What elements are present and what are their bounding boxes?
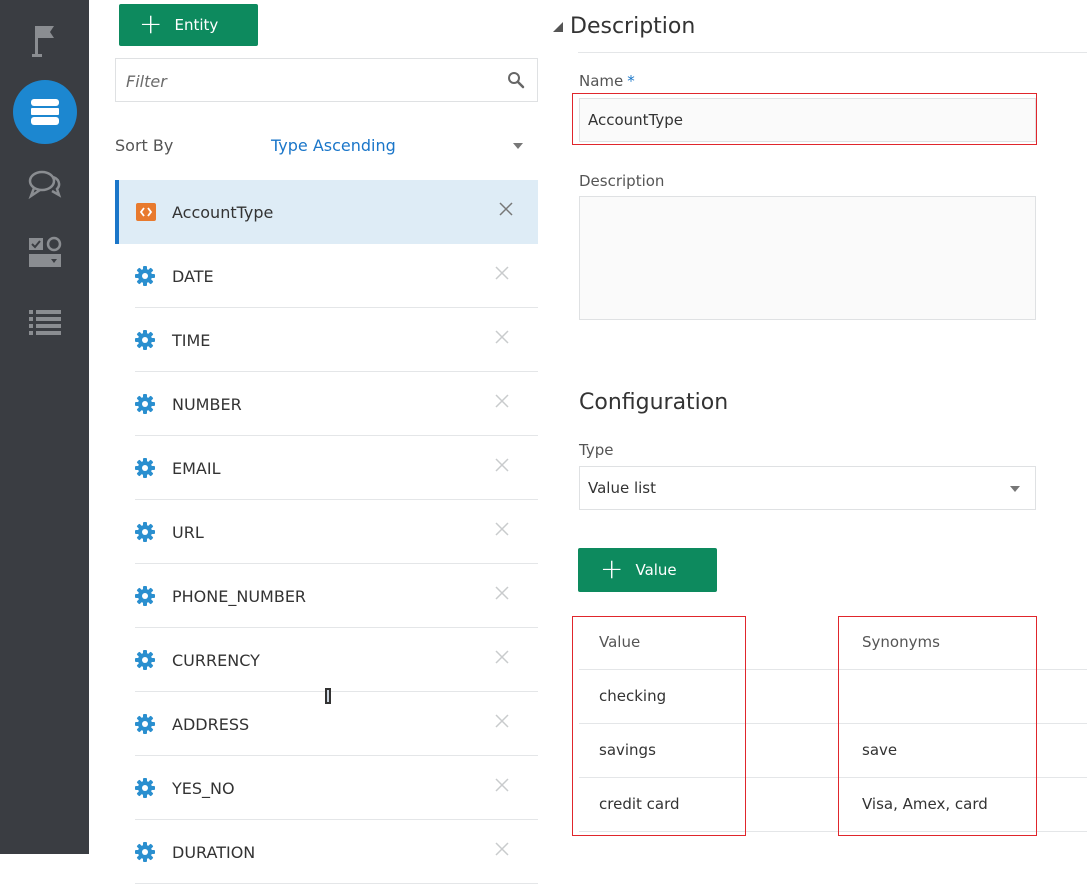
gear-icon xyxy=(135,394,155,414)
entity-item[interactable]: DATE xyxy=(115,244,538,308)
sort-by-label: Sort By xyxy=(115,136,174,155)
entity-item[interactable]: AccountType xyxy=(115,180,538,244)
value-cell: checking xyxy=(599,687,667,705)
entity-item[interactable]: NUMBER xyxy=(115,372,538,436)
close-icon[interactable] xyxy=(495,458,509,472)
divider xyxy=(578,52,1087,53)
table-row[interactable]: credit card Visa, Amex, card xyxy=(579,778,1087,832)
gear-icon xyxy=(135,330,155,350)
name-label-text: Name xyxy=(579,72,624,90)
add-entity-button[interactable]: + Entity xyxy=(119,4,258,46)
entity-item-label: NUMBER xyxy=(172,394,242,414)
flag-icon xyxy=(31,26,54,57)
description-section-header[interactable]: Description xyxy=(552,14,695,39)
collapse-triangle-icon[interactable] xyxy=(552,21,564,33)
entity-item-label: EMAIL xyxy=(172,458,221,478)
type-label: Type xyxy=(579,441,614,459)
entity-item-label: DATE xyxy=(172,266,214,286)
description-label: Description xyxy=(579,172,665,190)
search-icon[interactable] xyxy=(507,71,525,89)
close-icon[interactable] xyxy=(495,778,509,792)
plus-icon: + xyxy=(600,551,624,585)
entity-item-label: URL xyxy=(172,522,204,542)
gear-icon xyxy=(135,650,155,670)
type-select-value: Value list xyxy=(588,479,656,497)
entity-item[interactable]: YES_NO xyxy=(115,756,538,820)
synonyms-cell: save xyxy=(862,741,898,759)
entity-item[interactable]: CURRENCY xyxy=(115,628,538,692)
configuration-section-title: Configuration xyxy=(579,390,729,415)
value-cell: savings xyxy=(599,741,656,759)
close-icon[interactable] xyxy=(495,586,509,600)
add-value-button[interactable]: + Value xyxy=(578,548,717,592)
rail-item-entities[interactable] xyxy=(0,80,89,144)
plus-icon: + xyxy=(139,6,163,40)
entity-item-label: YES_NO xyxy=(172,778,235,798)
description-section-title: Description xyxy=(570,14,696,39)
close-icon[interactable] xyxy=(495,330,509,344)
database-icon xyxy=(30,99,59,125)
components-icon xyxy=(28,236,61,267)
close-icon[interactable] xyxy=(495,394,509,408)
synonyms-cell: Visa, Amex, card xyxy=(862,795,988,813)
entity-item-label: ADDRESS xyxy=(172,714,250,734)
values-table: Value Synonyms checking savings save cre… xyxy=(579,616,1087,832)
text-cursor-icon xyxy=(325,688,331,704)
required-mark: * xyxy=(627,72,635,90)
value-cell: credit card xyxy=(599,795,680,813)
entity-item-label: CURRENCY xyxy=(172,650,260,670)
gear-icon xyxy=(135,586,155,606)
entity-item-label: PHONE_NUMBER xyxy=(172,586,307,606)
close-icon[interactable] xyxy=(495,714,509,728)
chevron-down-icon[interactable] xyxy=(512,142,524,150)
sort-by-select[interactable]: Type Ascending xyxy=(271,136,396,155)
navigation-rail xyxy=(0,0,89,854)
column-header-value: Value xyxy=(599,633,641,651)
entity-item[interactable]: TIME xyxy=(115,308,538,372)
rail-item-conversations[interactable] xyxy=(0,162,89,206)
table-row[interactable]: checking xyxy=(579,670,1087,724)
gear-icon xyxy=(135,458,155,478)
gear-icon xyxy=(135,266,155,286)
chat-bubbles-icon xyxy=(28,170,61,199)
description-textarea[interactable] xyxy=(579,196,1036,320)
entity-item-label: AccountType xyxy=(172,202,274,222)
column-header-synonyms: Synonyms xyxy=(862,633,940,651)
gear-icon xyxy=(135,842,155,862)
name-label: Name * xyxy=(579,72,635,90)
entity-item[interactable]: EMAIL xyxy=(115,436,538,500)
type-select[interactable]: Value list xyxy=(579,466,1036,510)
add-entity-label: Entity xyxy=(174,16,219,34)
entity-item-label: DURATION xyxy=(172,842,256,862)
list-icon xyxy=(28,310,61,335)
close-icon[interactable] xyxy=(495,266,509,280)
close-icon[interactable] xyxy=(495,650,509,664)
close-icon[interactable] xyxy=(499,202,513,216)
add-value-label: Value xyxy=(635,561,677,579)
gear-icon xyxy=(135,714,155,734)
rail-item-list[interactable] xyxy=(0,300,89,344)
rail-active-indicator xyxy=(12,80,77,144)
filter-input[interactable] xyxy=(124,59,498,103)
close-icon[interactable] xyxy=(495,522,509,536)
chevron-down-icon xyxy=(1010,486,1020,492)
table-row[interactable]: savings save xyxy=(579,724,1087,778)
name-input[interactable] xyxy=(579,98,1036,142)
entity-item[interactable]: URL xyxy=(115,500,538,564)
entity-item[interactable]: DURATION xyxy=(115,820,538,884)
values-table-header: Value Synonyms xyxy=(579,616,1087,670)
custom-entity-icon xyxy=(136,203,156,221)
gear-icon xyxy=(135,522,155,542)
entity-item[interactable]: PHONE_NUMBER xyxy=(115,564,538,628)
filter-field[interactable] xyxy=(115,58,538,103)
entity-list: AccountType DATE TIME NUMBER EMAIL URL PHONE_N… xyxy=(115,180,538,884)
entity-item-label: TIME xyxy=(172,330,211,350)
rail-item-components[interactable] xyxy=(0,230,89,274)
rail-item-flag[interactable] xyxy=(0,18,89,62)
gear-icon xyxy=(135,778,155,798)
